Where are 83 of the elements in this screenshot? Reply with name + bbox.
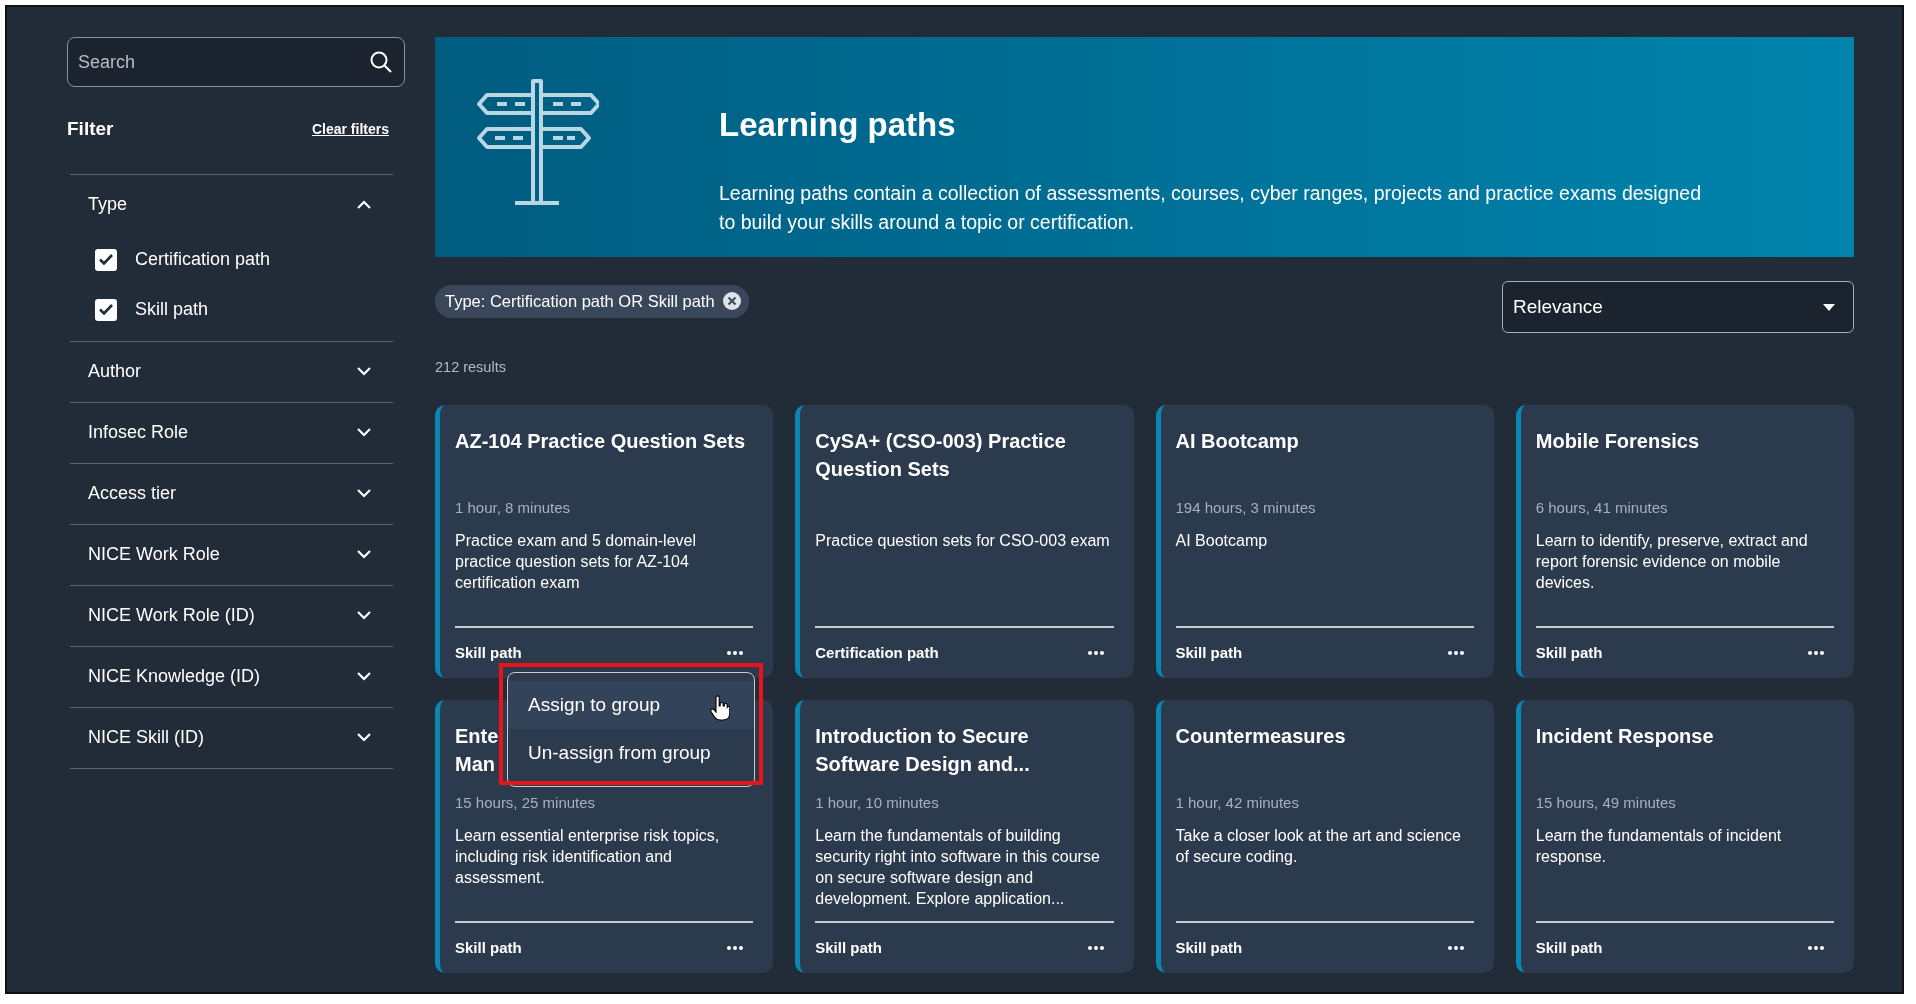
more-options-icon <box>1808 650 1824 655</box>
checkmark-icon <box>99 304 113 315</box>
filter-group-toggle[interactable]: NICE Work Role (ID) <box>70 585 393 646</box>
card-title: Incident Response <box>1535 723 1714 749</box>
sort-dropdown[interactable]: Relevance <box>1502 281 1854 333</box>
chevron-down-icon <box>357 550 371 559</box>
filter-group-toggle[interactable]: Access tier <box>70 463 393 524</box>
card-title: AI Bootcamp <box>1175 428 1299 454</box>
card-duration: 194 hours, 3 minutes <box>1175 497 1317 518</box>
card-title: AZ-104 Practice Question Sets <box>455 428 746 454</box>
checkbox-label: Skill path <box>135 298 209 321</box>
card-duration: 15 hours, 25 minutes <box>455 792 597 813</box>
more-options-icon <box>1087 945 1104 950</box>
hand-cursor-icon <box>710 694 730 721</box>
course-card[interactable]: Incident Response 15 hours, 49 minutes Learn the fundamentals of incident response. Skill path <box>1515 699 1854 973</box>
chevron-down-icon <box>357 489 371 498</box>
checkbox-label: Certification path <box>135 248 271 271</box>
card-type: Skill path <box>815 937 882 958</box>
more-options-icon <box>1447 945 1464 950</box>
search-icon <box>369 50 393 74</box>
chevron-down-icon <box>357 428 371 437</box>
card-duration: 15 hours, 49 minutes <box>1535 792 1677 813</box>
card-description: Learn the fundamentals of incident response. <box>1535 826 1783 868</box>
card-title: Ente Man <box>455 723 499 777</box>
banner-description: Learning paths contain a collection of assessments, courses, cyber ranges, projects and practice exams designed to build your skills around a topic or certification. <box>719 180 1703 235</box>
course-card[interactable]: Mobile Forensics 6 hours, 41 minutes Learn to identify, preserve, extract and report forensic evidence on mobile devices. Skill path <box>1515 404 1854 678</box>
filter-group-toggle[interactable]: Type <box>70 174 393 235</box>
filter-group-toggle[interactable]: Infosec Role <box>70 402 393 463</box>
chevron-down-icon <box>357 672 371 681</box>
card-title: CySA+ (CSO-003) Practice Question Sets <box>815 428 1067 482</box>
card-type: Skill path <box>1175 642 1243 663</box>
card-description: Learn essential enterprise risk topics, including risk identification and assessment. <box>455 826 721 888</box>
card-title: Countermeasures <box>1175 723 1346 749</box>
card-type: Skill path <box>1535 642 1603 663</box>
search-field[interactable]: Search <box>67 37 405 87</box>
card-duration: 6 hours, 41 minutes <box>1535 497 1669 518</box>
remove-filter-icon[interactable] <box>722 292 741 311</box>
more-options-icon <box>1087 650 1104 655</box>
card-duration: 1 hour, 10 minutes <box>815 792 940 813</box>
card-description: Take a closer look at the art and science of secure coding. <box>1175 826 1462 868</box>
checkbox[interactable] <box>95 298 117 321</box>
chevron-up-icon <box>357 200 371 209</box>
results-count: 212 results <box>435 358 507 377</box>
chevron-down-icon <box>357 733 371 742</box>
card-description: Learn to identify, preserve, extract and report forensic evidence on mobile devices. <box>1535 531 1809 593</box>
checkbox[interactable] <box>95 248 117 271</box>
card-type: Skill path <box>455 937 522 958</box>
course-card[interactable]: AZ-104 Practice Question Sets 1 hour, 8 minutes Practice exam and 5 domain-level practice question sets for AZ-104 certification exam Skill path <box>435 404 774 678</box>
filter-group-toggle[interactable]: NICE Skill (ID) <box>70 707 393 768</box>
more-options-icon <box>1447 650 1464 655</box>
filter-group-toggle[interactable]: NICE Knowledge (ID) <box>70 646 393 707</box>
filter-group-toggle[interactable]: Author <box>70 341 393 402</box>
filter-heading: Filter <box>67 117 114 141</box>
filter-group-toggle[interactable]: NICE Work Role <box>70 524 393 585</box>
more-options-icon <box>1808 945 1824 950</box>
card-description: Learn the fundamentals of building security right into software in this course on secure software design and development. Explore application... <box>815 826 1101 909</box>
card-type: Certification path <box>815 642 939 663</box>
checkmark-icon <box>99 254 113 265</box>
card-description: Practice exam and 5 domain-level practice question sets for AZ-104 certification exam <box>455 531 697 593</box>
chevron-down-icon <box>357 611 371 620</box>
card-title: Introduction to Secure Software Design and... <box>815 723 1031 777</box>
card-title: Mobile Forensics <box>1535 428 1700 454</box>
card-type: Skill path <box>1175 937 1243 958</box>
clear-filters-link[interactable]: Clear filters <box>311 118 389 140</box>
menu-item[interactable]: Un-assign from group <box>508 729 754 778</box>
caret-icon <box>1823 303 1835 311</box>
course-card[interactable] <box>795 699 1134 973</box>
menu-item[interactable]: Assign to group <box>508 680 754 730</box>
signpost-icon <box>475 77 599 207</box>
card-description: Practice question sets for CSO-003 exam <box>815 530 1111 551</box>
course-card[interactable]: AI Bootcamp 194 hours, 3 minutes AI Bootcamp Skill path <box>1155 404 1494 678</box>
course-card[interactable]: Countermeasures 1 hour, 42 minutes Take a closer look at the art and science of secure coding. Skill path <box>1155 699 1494 973</box>
card-type: Skill path <box>455 642 522 663</box>
more-options-icon <box>727 945 744 950</box>
card-description: AI Bootcamp <box>1175 531 1269 552</box>
filter-chip: Type: Certification path OR Skill path <box>435 285 749 318</box>
card-type: Skill path <box>1535 937 1603 958</box>
more-options-icon <box>727 650 744 655</box>
page-title: Learning paths <box>719 105 957 145</box>
card-duration: 1 hour, 8 minutes <box>455 497 572 518</box>
card-duration: 1 hour, 42 minutes <box>1175 792 1300 813</box>
chevron-down-icon <box>357 367 371 376</box>
course-card[interactable]: CySA+ (CSO-003) Practice Question Sets Practice question sets for CSO-003 exam Certification path <box>795 404 1134 678</box>
